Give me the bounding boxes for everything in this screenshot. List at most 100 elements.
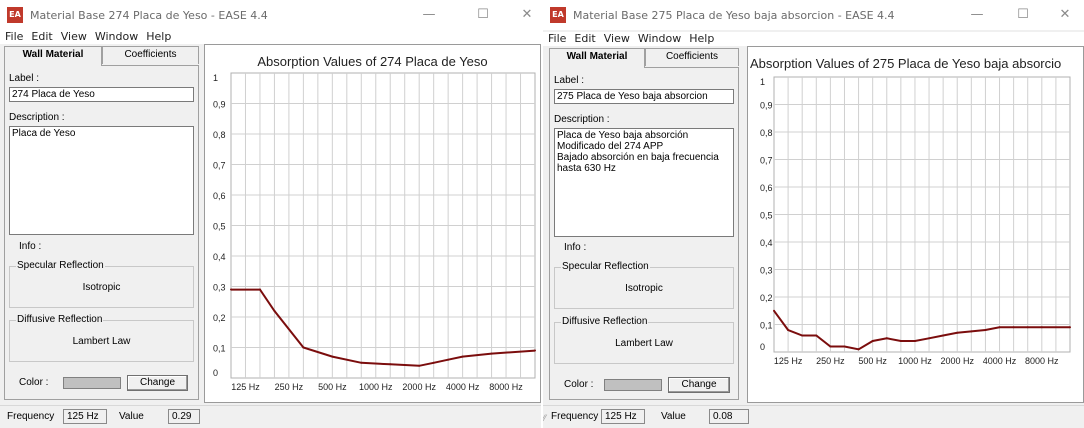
window-title: Material Base 274 Placa de Yeso - EASE 4… — [30, 9, 268, 22]
label-caption: Label : — [9, 73, 40, 84]
data-point — [1069, 326, 1071, 329]
absorption-chart-svg: 0 0,1 0,2 0,3 0,4 0,5 0,6 0,7 0,8 0,9 1 125 Hz 250 H… — [760, 76, 1071, 366]
menu-edit[interactable]: Edit — [31, 30, 52, 43]
x-tick-label: 250 Hz — [275, 382, 304, 392]
tab-wall-material[interactable]: Wall Material — [4, 46, 102, 66]
data-point — [815, 334, 818, 337]
data-point — [258, 288, 261, 291]
label-field[interactable]: 275 Placa de Yeso baja absorcion — [554, 89, 734, 104]
menu-view[interactable]: View — [604, 32, 630, 45]
y-tick-label: 0,4 — [213, 252, 226, 262]
data-point — [230, 288, 232, 291]
close-icon[interactable]: ✕ — [505, 0, 541, 30]
y-tick-label: 0,1 — [760, 321, 773, 331]
minimize-icon[interactable]: — — [407, 0, 451, 30]
x-tick-label: 4000 Hz — [983, 356, 1017, 366]
data-point — [418, 364, 421, 367]
x-tick-label: 2000 Hz — [402, 382, 436, 392]
tab-coefficients[interactable]: Coefficients — [645, 48, 739, 66]
data-point — [942, 334, 945, 337]
y-tick-label: 0,5 — [760, 211, 773, 221]
material-panel: Wall Material Coefficients Label : 274 P… — [4, 46, 199, 400]
data-point — [928, 337, 931, 340]
data-point — [899, 340, 902, 342]
y-tick-label: 0,6 — [213, 191, 226, 201]
window-title: Material Base 275 Placa de Yeso baja abs… — [573, 9, 895, 22]
y-tick-label: 0,2 — [760, 293, 773, 303]
data-point — [360, 361, 363, 364]
tab-wall-material[interactable]: Wall Material — [549, 48, 645, 68]
menu-window[interactable]: Window — [95, 30, 138, 43]
info-caption: Info : — [19, 241, 42, 252]
material-panel: Wall Material Coefficients Label : 275 P… — [549, 48, 739, 400]
specular-value: Isotropic — [82, 282, 121, 293]
maximize-icon[interactable]: ☐ — [1001, 0, 1045, 30]
data-point — [389, 363, 392, 366]
menu-edit[interactable]: Edit — [574, 32, 595, 45]
diffusive-reflection-group: Diffusive Reflection Lambert Law — [9, 314, 194, 362]
value-caption: Value — [661, 411, 686, 422]
specular-caption: Specular Reflection — [16, 260, 105, 271]
y-tick-label: 1 — [760, 77, 765, 87]
status-bar: Frequency 125 Hz Value 0.29 — [0, 405, 541, 428]
x-tick-label: 4000 Hz — [446, 382, 480, 392]
diffusive-value: Lambert Law — [72, 336, 131, 347]
y-tick-label: 0,5 — [213, 222, 226, 232]
menu-bar: File Edit View Window Help — [543, 32, 1084, 46]
value-field: 0.29 — [168, 409, 200, 424]
diffusive-value: Lambert Law — [615, 338, 673, 349]
x-tick-label: 500 Hz — [858, 356, 887, 366]
menu-file[interactable]: File — [5, 30, 23, 43]
y-tick-label: 0,9 — [213, 100, 226, 110]
data-point — [773, 309, 775, 312]
x-tick-label: 125 Hz — [774, 356, 803, 366]
ease-app-icon[interactable]: EA — [7, 7, 23, 23]
color-swatch[interactable] — [63, 377, 121, 389]
menu-view[interactable]: View — [61, 30, 87, 43]
absorption-chart-svg: 0 0,1 0,2 0,3 0,4 0,5 0,6 0,7 0,8 0,9 1 125 Hz 250 H… — [213, 72, 536, 392]
close-icon[interactable]: ✕ — [1043, 0, 1084, 30]
description-field[interactable]: Placa de Yeso baja absorción Modificado … — [554, 128, 734, 237]
color-caption: Color : — [19, 377, 49, 388]
color-caption: Color : — [564, 379, 594, 390]
data-point — [913, 340, 916, 342]
x-tick-label: 8000 Hz — [1025, 356, 1059, 366]
x-tick-label: 250 Hz — [816, 356, 845, 366]
title-bar[interactable]: EA Material Base 274 Placa de Yeso - EAS… — [0, 0, 541, 30]
x-tick-label: 125 Hz — [231, 382, 260, 392]
menu-bar: File Edit View Window Help — [0, 30, 541, 44]
data-point — [829, 345, 832, 348]
ease-window-274: EA Material Base 274 Placa de Yeso - EAS… — [0, 0, 541, 428]
title-bar[interactable]: EA Material Base 275 Placa de Yeso baja … — [543, 0, 1084, 30]
maximize-icon[interactable]: ☐ — [461, 0, 505, 30]
frequency-value: 125 Hz — [601, 409, 645, 424]
resize-grip-icon[interactable]: ⁄⁄ — [543, 413, 551, 425]
color-swatch[interactable] — [604, 379, 662, 391]
change-color-button[interactable]: Change — [127, 375, 188, 391]
minimize-icon[interactable]: — — [955, 0, 999, 30]
tab-body: Label : 275 Placa de Yeso baja absorcion… — [549, 67, 739, 400]
description-field[interactable]: Placa de Yeso — [9, 126, 194, 235]
value-caption: Value — [119, 411, 144, 422]
y-tick-label: 0,8 — [760, 128, 773, 138]
data-point — [534, 349, 536, 352]
frequency-caption: Frequency — [551, 411, 599, 422]
y-tick-label: 0,2 — [213, 313, 226, 323]
y-tick-label: 1 — [213, 73, 218, 83]
data-point — [956, 331, 959, 334]
change-color-button[interactable]: Change — [668, 377, 730, 393]
info-caption: Info : — [564, 242, 587, 253]
data-point — [1012, 326, 1015, 329]
tab-coefficients[interactable]: Coefficients — [102, 46, 199, 64]
menu-file[interactable]: File — [548, 32, 566, 45]
ease-app-icon[interactable]: EA — [550, 7, 566, 23]
menu-help[interactable]: Help — [146, 30, 171, 43]
menu-window[interactable]: Window — [638, 32, 681, 45]
data-point — [1040, 326, 1043, 329]
data-point — [1026, 326, 1029, 329]
specular-reflection-group: Specular Reflection Isotropic — [554, 261, 734, 309]
y-tick-label: 0,3 — [760, 266, 773, 276]
description-caption: Description : — [554, 114, 610, 125]
menu-help[interactable]: Help — [689, 32, 714, 45]
label-field[interactable]: 274 Placa de Yeso — [9, 87, 194, 102]
